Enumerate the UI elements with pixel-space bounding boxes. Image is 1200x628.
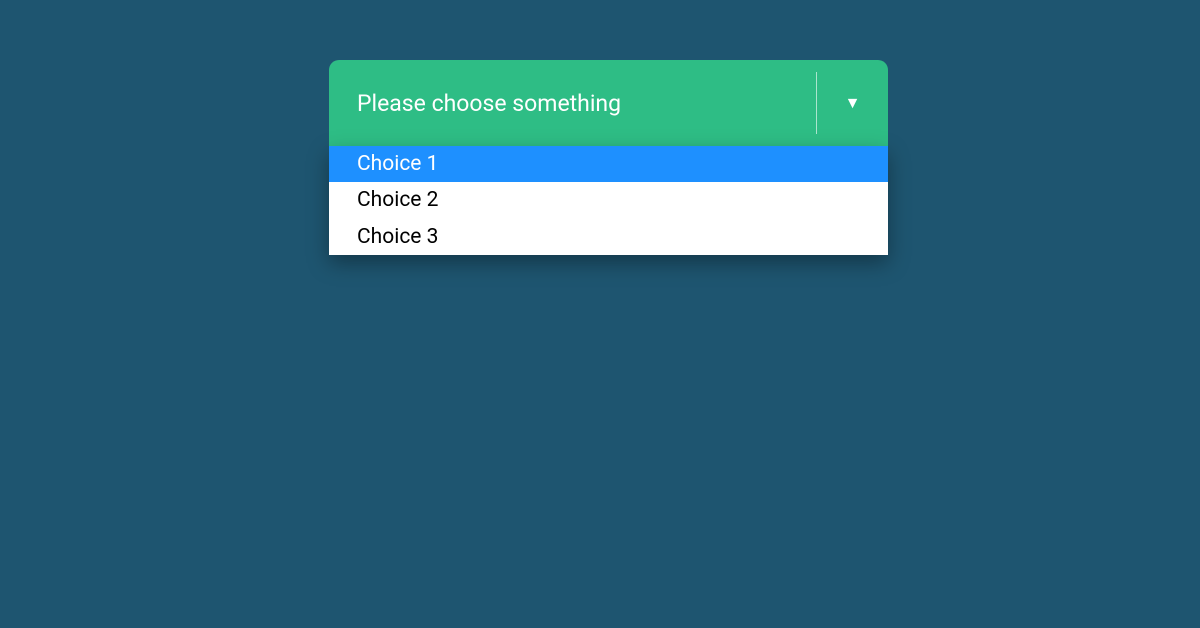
dropdown-option-1[interactable]: Choice 1 (329, 146, 888, 182)
dropdown: Please choose something ▼ Choice 1 Choic… (329, 60, 888, 255)
dropdown-header[interactable]: Please choose something ▼ (329, 60, 888, 146)
dropdown-option-2[interactable]: Choice 2 (329, 182, 888, 218)
dropdown-option-3[interactable]: Choice 3 (329, 219, 888, 255)
dropdown-list: Choice 1 Choice 2 Choice 3 (329, 146, 888, 255)
chevron-down-icon: ▼ (845, 93, 861, 113)
dropdown-placeholder: Please choose something (329, 60, 816, 146)
dropdown-arrow-section: ▼ (816, 72, 888, 134)
